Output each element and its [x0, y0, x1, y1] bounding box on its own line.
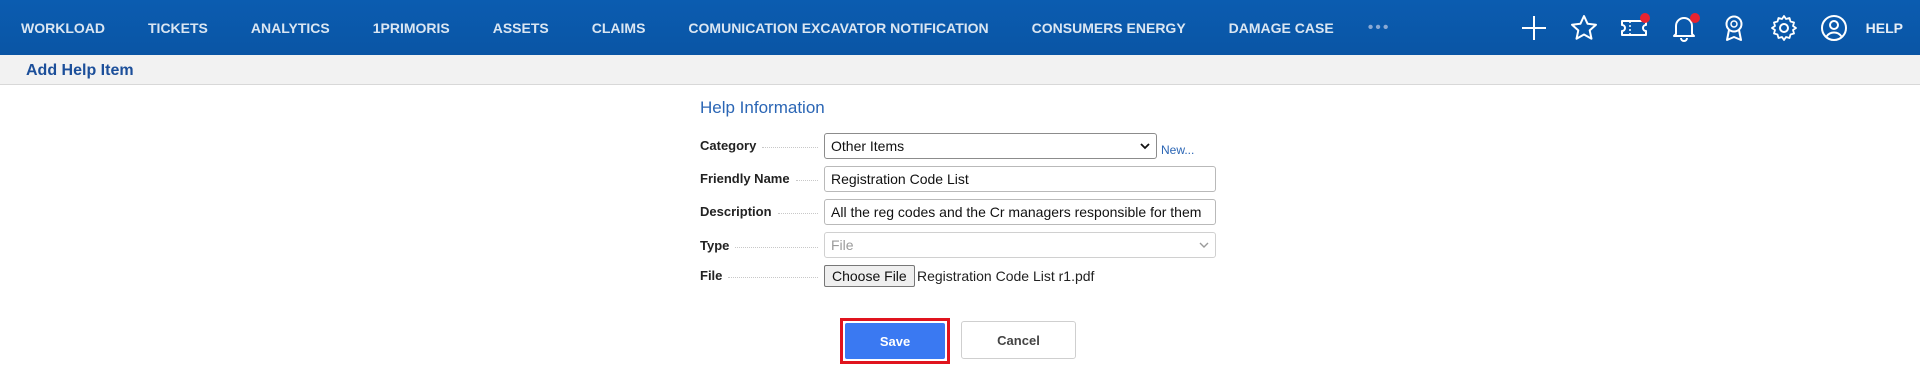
choose-file-button[interactable]: Choose File [824, 265, 915, 287]
nav-item-assets[interactable]: ASSETS [493, 20, 549, 36]
label-leader [795, 180, 818, 181]
ticket-icon[interactable] [1616, 10, 1652, 46]
new-category-link[interactable]: New... [1161, 143, 1194, 157]
type-select[interactable]: File [824, 232, 1216, 258]
notification-dot [1689, 12, 1700, 23]
type-label: Type [700, 238, 818, 253]
friendly-name-value: Registration Code List [831, 171, 969, 187]
category-label-text: Category [700, 138, 763, 153]
nav-menu: WORKLOAD TICKETS ANALYTICS 1PRIMORIS ASS… [0, 0, 1391, 55]
description-label-text: Description [700, 204, 778, 219]
nav-item-tickets[interactable]: TICKETS [148, 20, 208, 36]
award-icon[interactable] [1716, 10, 1752, 46]
type-label-text: Type [700, 238, 736, 253]
nav-item-damage-case[interactable]: DAMAGE CASE [1229, 20, 1334, 36]
nav-item-claims[interactable]: CLAIMS [592, 20, 646, 36]
chevron-down-icon [1140, 143, 1150, 150]
nav-item-workload[interactable]: WORKLOAD [21, 20, 105, 36]
selected-file-name: Registration Code List r1.pdf [917, 268, 1095, 284]
more-menu-icon[interactable]: ••• [1368, 19, 1391, 37]
nav-item-1primoris[interactable]: 1PRIMORIS [373, 20, 450, 36]
type-value: File [831, 237, 854, 253]
category-label: Category [700, 138, 818, 153]
file-label-text: File [700, 268, 729, 283]
save-button[interactable]: Save [845, 323, 945, 359]
category-value: Other Items [831, 138, 905, 154]
help-link[interactable]: HELP [1866, 20, 1903, 36]
top-nav-bar: WORKLOAD TICKETS ANALYTICS 1PRIMORIS ASS… [0, 0, 1920, 55]
gear-icon[interactable] [1766, 10, 1802, 46]
user-icon[interactable] [1816, 10, 1852, 46]
label-leader [728, 277, 818, 278]
star-icon[interactable] [1566, 10, 1602, 46]
label-leader [777, 213, 818, 214]
file-label: File [700, 268, 818, 283]
description-value: All the reg codes and the Cr managers re… [831, 204, 1202, 220]
nav-item-consumers-energy[interactable]: CONSUMERS ENERGY [1032, 20, 1186, 36]
chevron-down-icon [1199, 242, 1209, 248]
notification-dot [1639, 12, 1650, 23]
cancel-button[interactable]: Cancel [961, 321, 1076, 359]
nav-item-analytics[interactable]: ANALYTICS [251, 20, 330, 36]
friendly-name-label-text: Friendly Name [700, 171, 796, 186]
page-header: Add Help Item [0, 55, 1920, 85]
plus-icon[interactable] [1516, 10, 1552, 46]
friendly-name-input[interactable]: Registration Code List [824, 166, 1216, 192]
category-select[interactable]: Other Items [824, 133, 1157, 159]
section-title: Help Information [700, 98, 825, 117]
nav-actions: HELP [1516, 0, 1920, 55]
friendly-name-label: Friendly Name [700, 171, 818, 186]
label-leader [735, 247, 818, 248]
bell-icon[interactable] [1666, 10, 1702, 46]
label-leader [762, 147, 818, 148]
nav-item-comunication-excavator-notification[interactable]: COMUNICATION EXCAVATOR NOTIFICATION [688, 20, 988, 36]
save-button-highlight: Save [840, 318, 950, 364]
page-title: Add Help Item [26, 62, 134, 79]
description-label: Description [700, 204, 818, 219]
description-input[interactable]: All the reg codes and the Cr managers re… [824, 199, 1216, 225]
